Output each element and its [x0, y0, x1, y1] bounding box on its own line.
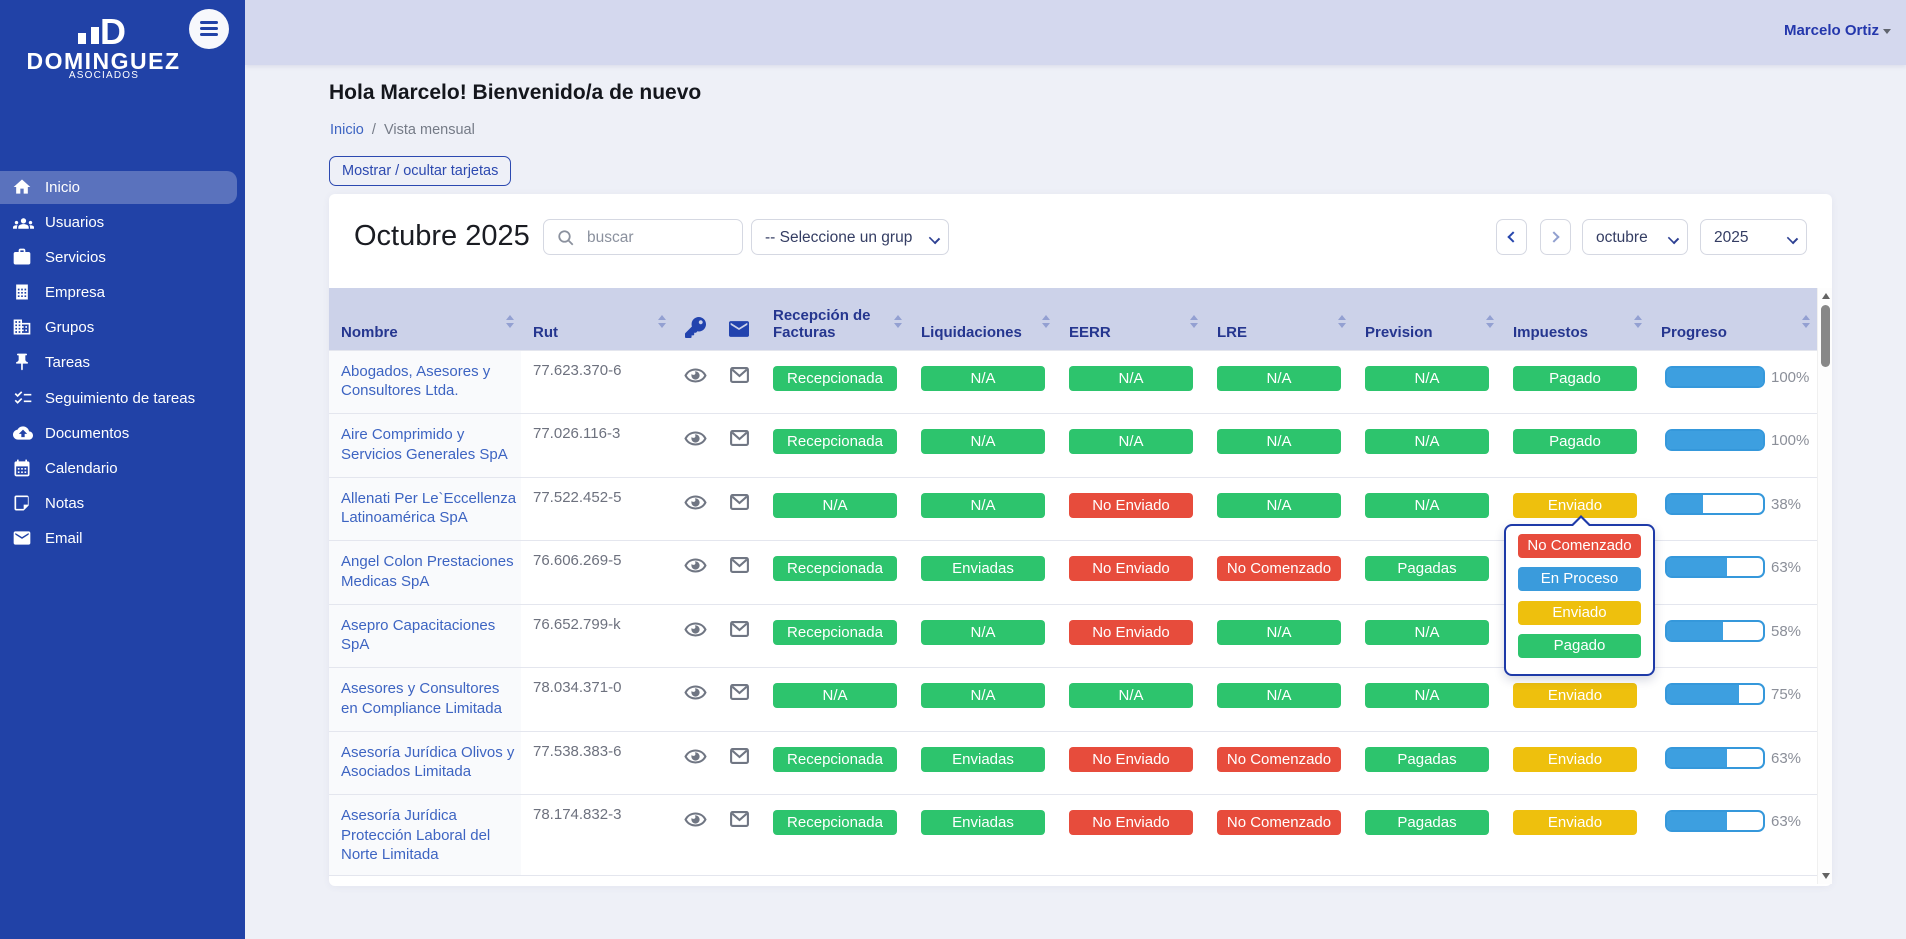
svg-text:D: D: [100, 14, 126, 44]
